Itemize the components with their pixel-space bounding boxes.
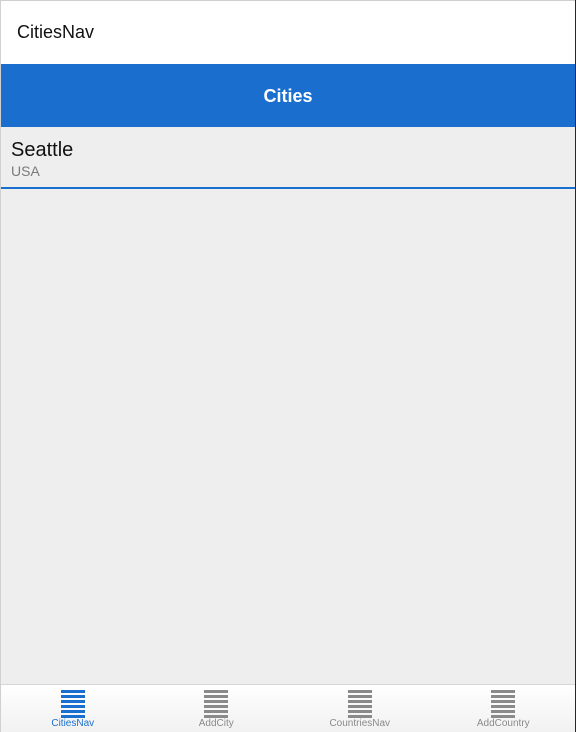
- city-country: USA: [11, 163, 40, 179]
- tab-label: AddCity: [198, 718, 234, 729]
- tab-countries-nav[interactable]: CountriesNav: [288, 685, 432, 732]
- navigation-bar: Cities: [1, 64, 575, 127]
- tab-label: AddCountry: [476, 718, 530, 729]
- tab-label: CitiesNav: [51, 718, 95, 729]
- tab-add-city[interactable]: AddCity: [145, 685, 289, 732]
- tab-label: CountriesNav: [329, 718, 391, 729]
- app-window: CitiesNav Cities Seattle USA CitiesNav A…: [0, 0, 575, 732]
- tab-bar: CitiesNav AddCity CountriesNav AddCountr…: [1, 684, 575, 732]
- city-name: Seattle: [11, 139, 74, 161]
- window-title: CitiesNav: [17, 22, 95, 42]
- list-item-seattle[interactable]: Seattle USA: [1, 127, 575, 189]
- list-icon: [347, 690, 372, 718]
- title-bar: CitiesNav: [1, 0, 575, 64]
- page-title: Cities: [263, 86, 313, 106]
- list-icon: [60, 690, 85, 718]
- cities-list: Seattle USA: [1, 127, 575, 189]
- list-icon: [204, 690, 229, 718]
- tab-add-country[interactable]: AddCountry: [432, 685, 576, 732]
- list-icon: [491, 690, 516, 718]
- tab-cities-nav[interactable]: CitiesNav: [1, 685, 145, 732]
